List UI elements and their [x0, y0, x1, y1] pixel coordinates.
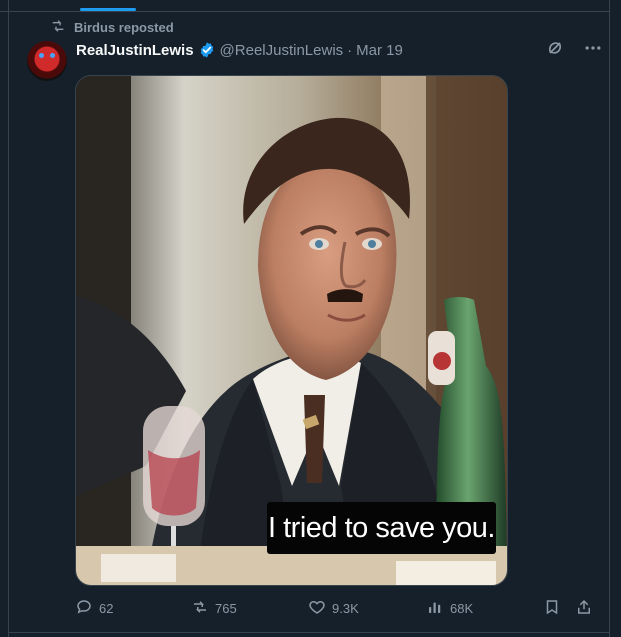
- repost-label: Birdus reposted: [74, 19, 174, 35]
- like-action[interactable]: 9.3K: [308, 598, 359, 618]
- top-divider: [0, 11, 610, 12]
- views-icon: [426, 598, 444, 619]
- repost-action[interactable]: 765: [191, 598, 237, 618]
- views-action[interactable]: 68K: [426, 598, 473, 618]
- share-action[interactable]: [575, 598, 593, 618]
- bookmark-icon: [543, 598, 561, 619]
- reply-action[interactable]: 62: [75, 598, 113, 618]
- more-icon[interactable]: [583, 38, 603, 63]
- post-date[interactable]: Mar 19: [356, 42, 403, 59]
- verified-badge-icon: [198, 41, 216, 59]
- active-tab-indicator: [80, 8, 136, 11]
- bookmark-action[interactable]: [543, 598, 561, 618]
- heart-icon: [308, 598, 326, 619]
- view-count: 68K: [450, 600, 474, 616]
- post-header: RealJustinLewis @ReelJustinLewis · Mar 1…: [76, 40, 403, 60]
- post-action-bar: 62 765 9.3K 68K: [75, 598, 595, 618]
- reply-icon: [75, 598, 93, 619]
- post-image[interactable]: I tried to save you.: [75, 75, 508, 586]
- handle[interactable]: @ReelJustinLewis: [220, 42, 344, 59]
- repost-context[interactable]: Birdus reposted: [50, 18, 174, 36]
- reply-count: 62: [99, 600, 114, 616]
- display-name[interactable]: RealJustinLewis: [76, 42, 194, 59]
- post-top-actions: [545, 39, 603, 61]
- right-divider: [609, 0, 610, 637]
- share-icon: [575, 598, 593, 619]
- repost-count: 765: [215, 600, 237, 616]
- left-divider: [8, 0, 9, 637]
- bottom-divider: [9, 632, 609, 633]
- avatar[interactable]: [27, 41, 67, 81]
- post-frame: Birdus reposted RealJustinLewis @ReelJus…: [0, 0, 621, 637]
- meta-separator: ·: [347, 41, 353, 59]
- like-count: 9.3K: [332, 600, 359, 616]
- repost-icon: [50, 18, 66, 37]
- repost-icon: [191, 598, 209, 619]
- grok-icon[interactable]: [545, 38, 565, 63]
- video-caption: I tried to save you.: [267, 502, 496, 554]
